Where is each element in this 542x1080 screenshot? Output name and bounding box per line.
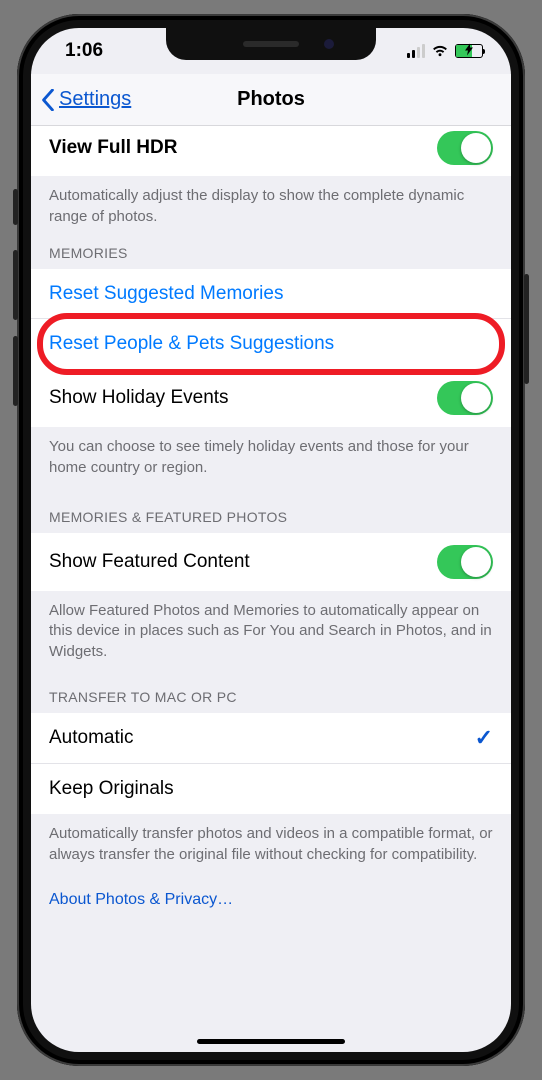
page-title: Photos	[237, 88, 305, 111]
hdr-footer: Automatically adjust the display to show…	[31, 176, 511, 227]
back-button[interactable]: Settings	[41, 74, 131, 125]
side-button-volume-down	[13, 336, 18, 406]
front-camera	[324, 39, 334, 49]
notch	[166, 28, 376, 60]
transfer-footer: Automatically transfer photos and videos…	[31, 814, 511, 865]
view-full-hdr-toggle[interactable]	[437, 131, 493, 165]
show-featured-content-toggle[interactable]	[437, 545, 493, 579]
charging-bolt-icon	[465, 44, 473, 59]
phone-frame: 1:06 Settings Photos	[17, 14, 525, 1066]
transfer-keep-originals-label: Keep Originals	[49, 778, 174, 800]
reset-people-pets-button[interactable]: Reset People & Pets Suggestions	[31, 319, 511, 369]
settings-content[interactable]: View Full HDR Automatically adjust the d…	[31, 126, 511, 1052]
navbar: Settings Photos	[31, 74, 511, 126]
side-button-volume-up	[13, 250, 18, 320]
memories-header: MEMORIES	[31, 227, 511, 269]
reset-people-pets-label: Reset People & Pets Suggestions	[49, 333, 334, 355]
show-featured-content-label: Show Featured Content	[49, 551, 250, 573]
earpiece-speaker	[243, 41, 299, 47]
side-button-silent	[13, 189, 18, 225]
transfer-keep-originals-cell[interactable]: Keep Originals	[31, 764, 511, 814]
highlight-annotation: Reset People & Pets Suggestions	[31, 319, 511, 369]
show-holiday-events-label: Show Holiday Events	[49, 387, 229, 409]
wifi-icon	[431, 44, 449, 58]
about-photos-privacy-link[interactable]: About Photos & Privacy…	[49, 891, 493, 909]
view-full-hdr-cell[interactable]: View Full HDR	[31, 126, 511, 176]
transfer-header: TRANSFER TO MAC OR PC	[31, 663, 511, 713]
featured-footer: Allow Featured Photos and Memories to au…	[31, 591, 511, 663]
about-photos-privacy-label: About Photos & Privacy…	[49, 891, 233, 909]
view-full-hdr-label: View Full HDR	[49, 137, 177, 159]
chevron-left-icon	[41, 89, 55, 111]
checkmark-icon: ✓	[475, 725, 493, 751]
show-holiday-events-cell[interactable]: Show Holiday Events	[31, 369, 511, 427]
memories-footer: You can choose to see timely holiday eve…	[31, 427, 511, 478]
home-indicator[interactable]	[197, 1039, 345, 1044]
show-featured-content-cell[interactable]: Show Featured Content	[31, 533, 511, 591]
transfer-automatic-label: Automatic	[49, 727, 133, 749]
featured-header: MEMORIES & FEATURED PHOTOS	[31, 479, 511, 533]
reset-suggested-memories-label: Reset Suggested Memories	[49, 283, 283, 305]
reset-suggested-memories-button[interactable]: Reset Suggested Memories	[31, 269, 511, 319]
cellular-signal-icon	[407, 44, 425, 58]
status-time: 1:06	[65, 40, 103, 62]
transfer-automatic-cell[interactable]: Automatic ✓	[31, 713, 511, 764]
show-holiday-events-toggle[interactable]	[437, 381, 493, 415]
side-button-power	[524, 274, 529, 384]
battery-icon	[455, 44, 483, 58]
back-label: Settings	[59, 88, 131, 111]
screen: 1:06 Settings Photos	[31, 28, 511, 1052]
